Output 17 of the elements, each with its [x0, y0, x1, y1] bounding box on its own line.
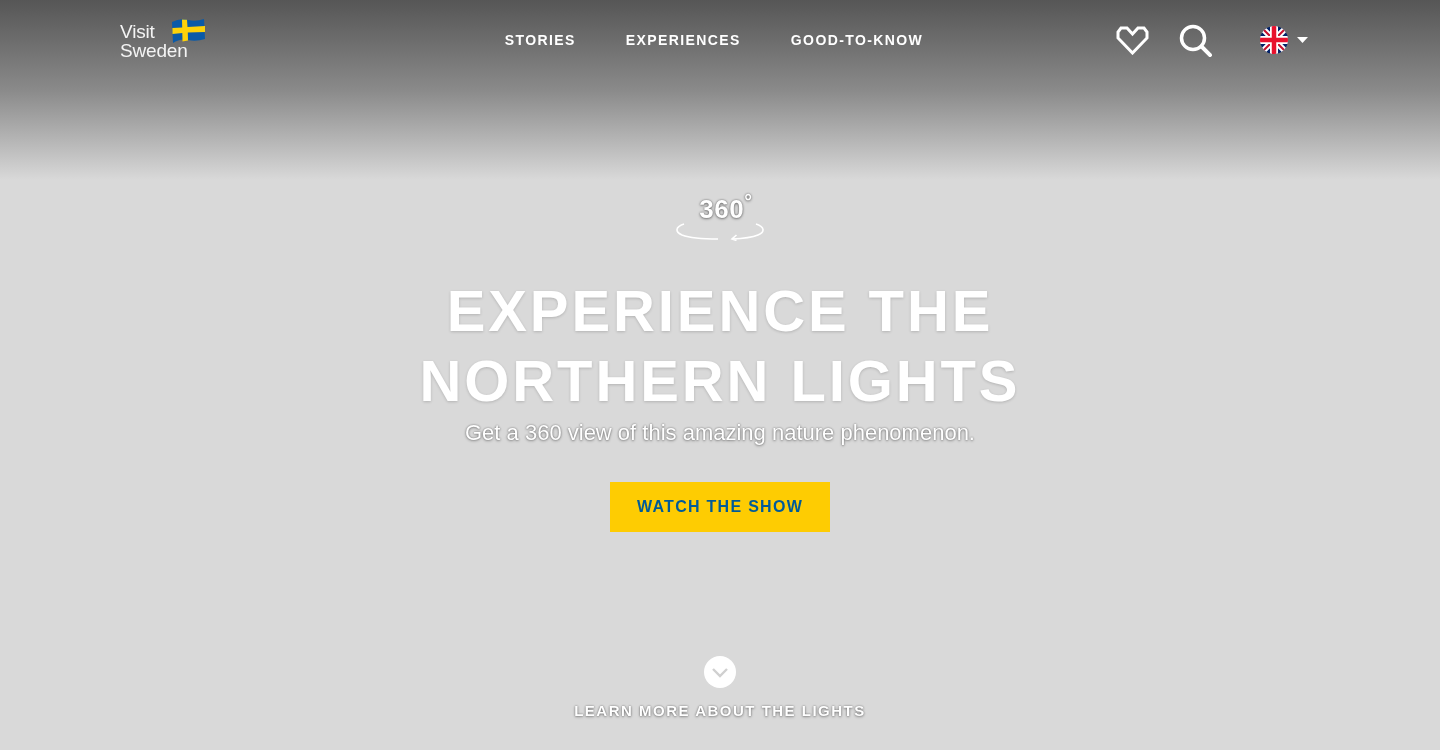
caret-down-icon — [1297, 37, 1308, 43]
hero-subtitle: Get a 360 view of this amazing nature phenomenon. — [465, 419, 975, 448]
chevron-down-icon — [704, 656, 736, 688]
nav-link[interactable]: GOOD-TO-KNOW — [790, 29, 924, 51]
flag-icon — [1260, 26, 1288, 54]
flag-icon — [169, 18, 206, 44]
nav-link[interactable]: STORIES — [504, 29, 576, 51]
watch-show-button[interactable]: WATCH THE SHOW — [610, 482, 830, 532]
logo-link[interactable]: Visit Sweden — [120, 22, 206, 60]
rotation-arrow-icon — [674, 223, 766, 241]
favorites-button[interactable] — [1116, 25, 1149, 55]
search-icon — [1179, 23, 1212, 57]
learn-more-link[interactable]: LEARN MORE ABOUT THE LIGHTS — [574, 701, 866, 721]
language-selector[interactable] — [1260, 26, 1308, 54]
nav-link[interactable]: EXPERIENCES — [625, 29, 741, 51]
heart-icon — [1116, 25, 1149, 55]
search-button[interactable] — [1179, 23, 1212, 57]
